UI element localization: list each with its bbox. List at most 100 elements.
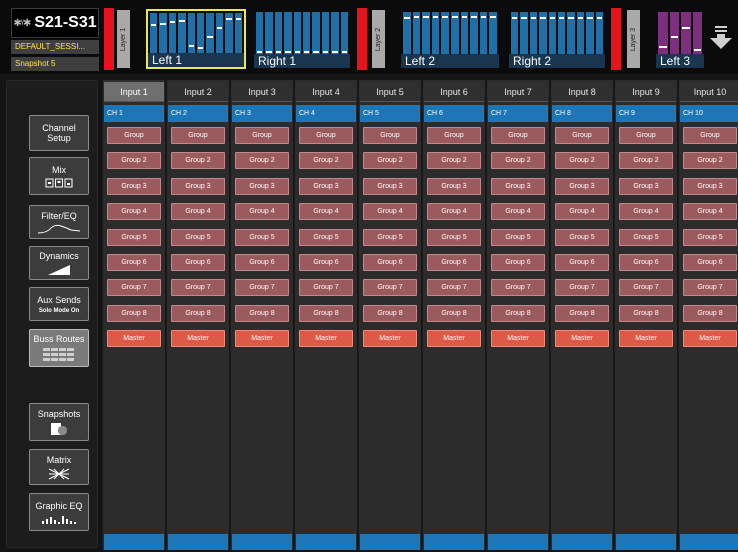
bank-left-2[interactable]: Left 2 <box>400 9 500 69</box>
master-route-button[interactable]: Master <box>171 330 225 348</box>
group-route-button[interactable]: Group 3 <box>299 177 353 195</box>
master-route-button[interactable]: Master <box>299 330 353 348</box>
group-route-button[interactable]: Group 2 <box>299 152 353 170</box>
group-route-button[interactable]: Group 3 <box>107 177 161 195</box>
group-route-button[interactable]: Group 8 <box>683 304 737 322</box>
group-route-button[interactable]: Group 5 <box>363 228 417 246</box>
group-route-button[interactable]: Group 2 <box>555 152 609 170</box>
group-route-button[interactable]: Group 2 <box>683 152 737 170</box>
bank-right-1[interactable]: Right 1 <box>253 9 351 69</box>
group-route-button[interactable]: Group 8 <box>171 304 225 322</box>
group-route-button[interactable]: Group 7 <box>555 279 609 297</box>
group-route-button[interactable]: Group 8 <box>619 304 673 322</box>
layer-2-tab[interactable]: Layer 2 <box>372 10 385 68</box>
group-route-button[interactable]: Group 7 <box>171 279 225 297</box>
group-route-button[interactable]: Group 5 <box>107 228 161 246</box>
master-route-button[interactable]: Master <box>427 330 481 348</box>
master-route-button[interactable]: Master <box>235 330 289 348</box>
group-route-button[interactable]: Group 5 <box>235 228 289 246</box>
channel-setup-button[interactable]: Channel Setup <box>29 115 89 151</box>
group-route-button[interactable]: Group 4 <box>107 203 161 221</box>
graphic-eq-button[interactable]: Graphic EQ <box>29 493 89 531</box>
group-route-button[interactable]: Group 5 <box>299 228 353 246</box>
layer-3-tab[interactable]: Layer 3 <box>627 10 640 68</box>
group-route-button[interactable]: Group 6 <box>619 254 673 271</box>
bank-left-3[interactable]: Left 3 <box>655 9 705 69</box>
mix-button[interactable]: Mix <box>29 157 89 195</box>
group-route-button[interactable]: Group 6 <box>299 254 353 271</box>
group-route-button[interactable]: Group 2 <box>619 152 673 170</box>
group-route-button[interactable]: Group 2 <box>491 152 545 170</box>
input-name-header[interactable]: Input 10 <box>680 82 738 102</box>
group-route-button[interactable]: Group 7 <box>619 279 673 297</box>
input-name-header[interactable]: Input 3 <box>232 82 292 102</box>
group-route-button[interactable]: Group 7 <box>107 279 161 297</box>
bank-right-2[interactable]: Right 2 <box>508 9 606 69</box>
group-route-button[interactable]: Group 3 <box>555 177 609 195</box>
group-route-button[interactable]: Group <box>683 127 737 144</box>
master-route-button[interactable]: Master <box>363 330 417 348</box>
group-route-button[interactable]: Group 7 <box>235 279 289 297</box>
group-route-button[interactable]: Group 4 <box>171 203 225 221</box>
group-route-button[interactable]: Group 6 <box>235 254 289 271</box>
group-route-button[interactable]: Group 4 <box>555 203 609 221</box>
buss-routes-button[interactable]: Buss Routes <box>29 329 89 367</box>
group-route-button[interactable]: Group <box>491 127 545 144</box>
group-route-button[interactable]: Group 3 <box>427 177 481 195</box>
group-route-button[interactable]: Group 2 <box>171 152 225 170</box>
group-route-button[interactable]: Group 2 <box>107 152 161 170</box>
group-route-button[interactable]: Group 2 <box>363 152 417 170</box>
group-route-button[interactable]: Group 5 <box>427 228 481 246</box>
group-route-button[interactable]: Group 4 <box>683 203 737 221</box>
group-route-button[interactable]: Group 7 <box>491 279 545 297</box>
master-route-button[interactable]: Master <box>683 330 737 348</box>
group-route-button[interactable]: Group 6 <box>427 254 481 271</box>
group-route-button[interactable]: Group <box>299 127 353 144</box>
input-name-header[interactable]: Input 5 <box>360 82 420 102</box>
input-name-header[interactable]: Input 2 <box>168 82 228 102</box>
group-route-button[interactable]: Group 4 <box>299 203 353 221</box>
master-route-button[interactable]: Master <box>491 330 545 348</box>
group-route-button[interactable]: Group <box>619 127 673 144</box>
snapshot-name[interactable]: Snapshot 5 <box>11 57 99 71</box>
matrix-button[interactable]: Matrix <box>29 449 89 485</box>
group-route-button[interactable]: Group 3 <box>491 177 545 195</box>
master-route-button[interactable]: Master <box>619 330 673 348</box>
input-name-header[interactable]: Input 9 <box>616 82 676 102</box>
input-name-header[interactable]: Input 7 <box>488 82 548 102</box>
group-route-button[interactable]: Group 5 <box>683 228 737 246</box>
input-name-header[interactable]: Input 1 <box>104 82 164 102</box>
group-route-button[interactable]: Group 6 <box>555 254 609 271</box>
group-route-button[interactable]: Group <box>171 127 225 144</box>
group-route-button[interactable]: Group <box>555 127 609 144</box>
bank-left-1[interactable]: Left 1 <box>146 9 246 69</box>
group-route-button[interactable]: Group 6 <box>171 254 225 271</box>
group-route-button[interactable]: Group 8 <box>107 304 161 322</box>
group-route-button[interactable]: Group 7 <box>299 279 353 297</box>
group-route-button[interactable]: Group 7 <box>427 279 481 297</box>
group-route-button[interactable]: Group 2 <box>427 152 481 170</box>
group-route-button[interactable]: Group 6 <box>107 254 161 271</box>
group-route-button[interactable]: Group 3 <box>363 177 417 195</box>
group-route-button[interactable]: Group <box>107 127 161 144</box>
group-route-button[interactable]: Group <box>235 127 289 144</box>
group-route-button[interactable]: Group 4 <box>619 203 673 221</box>
group-route-button[interactable]: Group 7 <box>683 279 737 297</box>
group-route-button[interactable]: Group 3 <box>235 177 289 195</box>
group-route-button[interactable]: Group 8 <box>427 304 481 322</box>
master-route-button[interactable]: Master <box>555 330 609 348</box>
input-name-header[interactable]: Input 4 <box>296 82 356 102</box>
layer-1-tab[interactable]: Layer 1 <box>117 10 130 68</box>
group-route-button[interactable]: Group <box>427 127 481 144</box>
group-route-button[interactable]: Group 3 <box>683 177 737 195</box>
group-route-button[interactable]: Group 6 <box>363 254 417 271</box>
scroll-down-arrow-icon[interactable] <box>710 26 732 50</box>
group-route-button[interactable]: Group 6 <box>491 254 545 271</box>
group-route-button[interactable]: Group 5 <box>555 228 609 246</box>
group-route-button[interactable]: Group 4 <box>363 203 417 221</box>
input-name-header[interactable]: Input 8 <box>552 82 612 102</box>
group-route-button[interactable]: Group 3 <box>171 177 225 195</box>
group-route-button[interactable]: Group 3 <box>619 177 673 195</box>
aux-sends-button[interactable]: Aux Sends Solo Mode On <box>29 287 89 321</box>
group-route-button[interactable]: Group 5 <box>491 228 545 246</box>
